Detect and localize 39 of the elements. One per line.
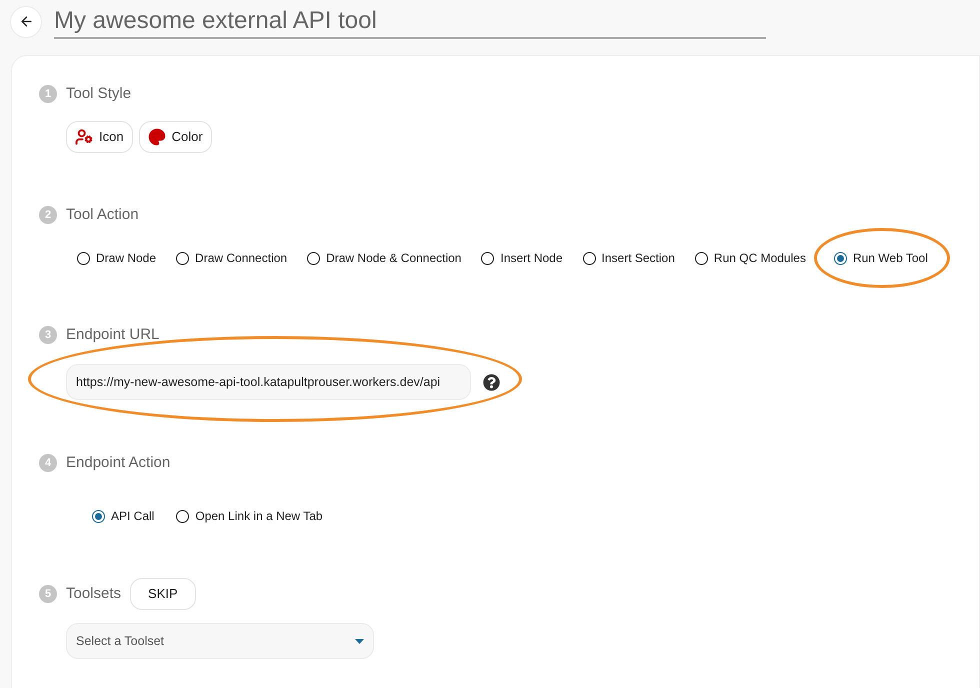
radio-button[interactable]: [92, 510, 105, 522]
radio-button[interactable]: [481, 252, 494, 264]
radio-button[interactable]: [176, 252, 190, 264]
style-button[interactable]: Color: [138, 121, 212, 153]
radio-option[interactable]: Draw Node & Connection: [307, 249, 462, 267]
style-button[interactable]: Icon: [66, 121, 133, 153]
radio-button[interactable]: [176, 510, 190, 522]
radio-button[interactable]: [694, 252, 708, 264]
title-field[interactable]: My awesome external API tool: [54, 4, 766, 38]
radio-option[interactable]: Draw Node: [77, 249, 156, 267]
step-number: 4: [39, 454, 57, 472]
back-button[interactable]: [10, 6, 42, 38]
radio-option[interactable]: Run QC Modules: [694, 249, 806, 267]
skip-button[interactable]: SKIP: [130, 578, 196, 610]
help-icon[interactable]: [483, 374, 500, 390]
radio-button[interactable]: [582, 252, 596, 264]
dropdown-caret-icon: [355, 638, 364, 644]
toolset-select[interactable]: Select a Toolset: [66, 623, 374, 659]
radio-option[interactable]: API Call: [92, 507, 154, 525]
section-title: Endpoint URL: [66, 324, 160, 345]
section-title: Tool Style: [66, 84, 132, 104]
radio-option[interactable]: Insert Section: [582, 249, 675, 267]
radio-button[interactable]: [307, 252, 320, 264]
radio-option[interactable]: Draw Connection: [176, 249, 288, 267]
radio-option[interactable]: Run Web Tool: [834, 249, 928, 267]
section-title: Tool Action: [66, 204, 139, 225]
person-gear-icon: [75, 128, 93, 146]
radio-button[interactable]: [834, 252, 847, 264]
palette-icon: [148, 128, 166, 146]
radio-option[interactable]: Insert Node: [481, 249, 563, 267]
url-field[interactable]: https://my-new-awesome-api-tool.katapultprouser.workers.dev/api: [66, 364, 471, 400]
radio-button[interactable]: [77, 252, 90, 264]
step-number: 1: [39, 85, 57, 103]
section-title: Toolsets: [66, 584, 122, 604]
step-number: 2: [39, 206, 57, 224]
step-number: 3: [39, 326, 57, 344]
section-title: Endpoint Action: [66, 452, 170, 473]
radio-option[interactable]: Open Link in a New Tab: [176, 507, 323, 525]
step-number: 5: [39, 585, 57, 603]
